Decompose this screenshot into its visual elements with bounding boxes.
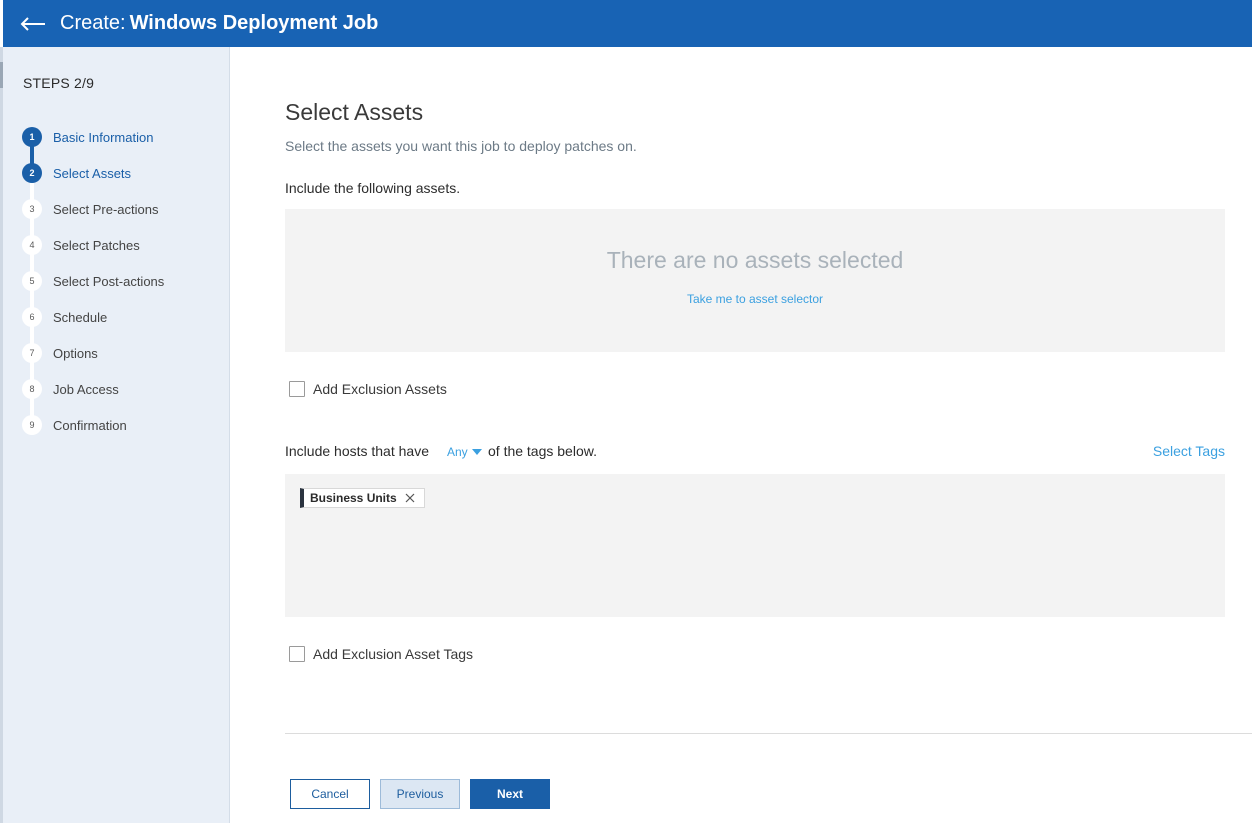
- select-tags-link[interactable]: Select Tags: [1153, 443, 1225, 459]
- page-subtitle: Select the assets you want this job to d…: [285, 138, 637, 154]
- tag-match-dropdown[interactable]: Any: [447, 445, 482, 459]
- arrow-left-icon[interactable]: [20, 14, 46, 34]
- caret-down-icon: [471, 449, 482, 455]
- header-title-name: Windows Deployment Job: [129, 12, 379, 34]
- next-button[interactable]: Next: [470, 779, 550, 809]
- step-label: Select Patches: [53, 237, 140, 253]
- step-label: Select Assets: [53, 165, 132, 181]
- tag-chip-label: Business Units: [310, 491, 397, 505]
- tag-filter-suffix: of the tags below.: [488, 443, 597, 459]
- step-label: Select Post-actions: [53, 273, 165, 289]
- page-title: Select Assets: [285, 99, 424, 125]
- steps-counter: STEPS 2/9: [23, 75, 95, 91]
- step-select-patches[interactable]: 4 Select Patches: [22, 227, 164, 263]
- step-label: Job Access: [53, 381, 119, 397]
- tag-filter-prefix: Include hosts that have: [285, 443, 429, 459]
- step-job-access[interactable]: 8 Job Access: [22, 371, 164, 407]
- step-basic-information[interactable]: 1 Basic Information: [22, 119, 164, 155]
- add-exclusion-assets-option[interactable]: Add Exclusion Assets: [289, 381, 447, 397]
- step-select-assets[interactable]: 2 Select Assets: [22, 155, 164, 191]
- step-label: Confirmation: [53, 417, 127, 433]
- close-icon[interactable]: [405, 493, 416, 504]
- cancel-button[interactable]: Cancel: [290, 779, 370, 809]
- steps-sidebar: STEPS 2/9 1 Basic Information 2 Select A…: [3, 47, 230, 823]
- add-exclusion-asset-tags-label: Add Exclusion Asset Tags: [313, 646, 474, 662]
- selected-tags-panel: Business Units: [285, 474, 1225, 617]
- previous-button[interactable]: Previous: [380, 779, 460, 809]
- header-title-prefix: Create:: [60, 12, 126, 34]
- step-number: 8: [22, 379, 42, 399]
- step-label: Select Pre-actions: [53, 201, 159, 217]
- step-select-pre-actions[interactable]: 3 Select Pre-actions: [22, 191, 164, 227]
- main-content: Select Assets Select the assets you want…: [285, 47, 1252, 823]
- tag-chip: Business Units: [300, 488, 425, 508]
- step-label: Schedule: [53, 309, 108, 325]
- tag-match-value: Any: [447, 445, 468, 459]
- step-number: 3: [22, 199, 42, 219]
- step-number: 9: [22, 415, 42, 435]
- step-number: 2: [22, 163, 42, 183]
- step-number: 1: [22, 127, 42, 147]
- tag-filter-row: Include hosts that have Any of the tags …: [285, 443, 1225, 463]
- step-number: 7: [22, 343, 42, 363]
- add-exclusion-asset-tags-option[interactable]: Add Exclusion Asset Tags: [289, 646, 473, 662]
- steps-list: 1 Basic Information 2 Select Assets 3 Se…: [22, 119, 164, 443]
- asset-selector-link[interactable]: Take me to asset selector: [285, 292, 1225, 306]
- step-confirmation[interactable]: 9 Confirmation: [22, 407, 164, 443]
- add-exclusion-assets-label: Add Exclusion Assets: [313, 381, 447, 397]
- step-label: Options: [53, 345, 98, 361]
- step-number: 5: [22, 271, 42, 291]
- step-select-post-actions[interactable]: 5 Select Post-actions: [22, 263, 164, 299]
- selected-assets-panel: There are no assets selected Take me to …: [285, 209, 1225, 352]
- footer-divider: [285, 733, 1252, 734]
- step-label: Basic Information: [53, 129, 154, 145]
- page-header-title: Create: Windows Deployment Job: [60, 12, 378, 35]
- step-number: 4: [22, 235, 42, 255]
- app-header: Create: Windows Deployment Job: [3, 0, 1252, 47]
- include-assets-label: Include the following assets.: [285, 180, 461, 196]
- step-number: 6: [22, 307, 42, 327]
- empty-state-text: There are no assets selected: [606, 247, 904, 273]
- step-options[interactable]: 7 Options: [22, 335, 164, 371]
- step-schedule[interactable]: 6 Schedule: [22, 299, 164, 335]
- add-exclusion-asset-tags-checkbox[interactable]: [289, 646, 305, 662]
- add-exclusion-assets-checkbox[interactable]: [289, 381, 305, 397]
